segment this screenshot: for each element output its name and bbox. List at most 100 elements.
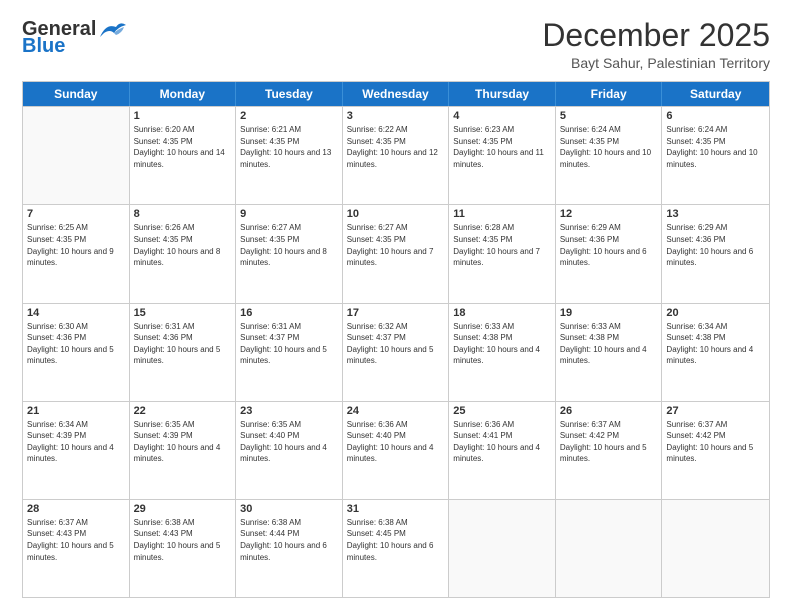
week-row-5: 28 Sunrise: 6:37 AMSunset: 4:43 PMDayligh…	[23, 499, 769, 597]
cal-cell: 15 Sunrise: 6:31 AMSunset: 4:36 PMDayligh…	[130, 304, 237, 401]
cal-cell	[662, 500, 769, 597]
day-header-sunday: Sunday	[23, 82, 130, 106]
sun-info: Sunrise: 6:27 AMSunset: 4:35 PMDaylight:…	[240, 222, 338, 268]
day-number: 12	[560, 208, 658, 220]
sun-info: Sunrise: 6:24 AMSunset: 4:35 PMDaylight:…	[560, 124, 658, 170]
cal-cell	[23, 107, 130, 204]
day-number: 2	[240, 110, 338, 122]
cal-cell: 10 Sunrise: 6:27 AMSunset: 4:35 PMDayligh…	[343, 205, 450, 302]
day-number: 20	[666, 307, 765, 319]
cal-cell: 16 Sunrise: 6:31 AMSunset: 4:37 PMDayligh…	[236, 304, 343, 401]
sun-info: Sunrise: 6:37 AMSunset: 4:42 PMDaylight:…	[666, 419, 765, 465]
sun-info: Sunrise: 6:29 AMSunset: 4:36 PMDaylight:…	[560, 222, 658, 268]
sun-info: Sunrise: 6:34 AMSunset: 4:39 PMDaylight:…	[27, 419, 125, 465]
day-number: 19	[560, 307, 658, 319]
sun-info: Sunrise: 6:38 AMSunset: 4:45 PMDaylight:…	[347, 517, 445, 563]
day-number: 15	[134, 307, 232, 319]
sun-info: Sunrise: 6:36 AMSunset: 4:41 PMDaylight:…	[453, 419, 551, 465]
day-number: 21	[27, 405, 125, 417]
day-number: 17	[347, 307, 445, 319]
cal-cell: 21 Sunrise: 6:34 AMSunset: 4:39 PMDayligh…	[23, 402, 130, 499]
day-number: 10	[347, 208, 445, 220]
logo-blue: Blue	[22, 35, 65, 58]
day-number: 28	[27, 503, 125, 515]
cal-cell: 25 Sunrise: 6:36 AMSunset: 4:41 PMDayligh…	[449, 402, 556, 499]
day-header-wednesday: Wednesday	[343, 82, 450, 106]
cal-cell: 30Sunrise: 6:38 AMSunset: 4:44 PMDayligh…	[236, 500, 343, 597]
cal-cell: 29 Sunrise: 6:38 AMSunset: 4:43 PMDayligh…	[130, 500, 237, 597]
day-number: 11	[453, 208, 551, 220]
sun-info: Sunrise: 6:27 AMSunset: 4:35 PMDaylight:…	[347, 222, 445, 268]
day-number: 5	[560, 110, 658, 122]
sun-info: Sunrise: 6:37 AMSunset: 4:42 PMDaylight:…	[560, 419, 658, 465]
day-number: 29	[134, 503, 232, 515]
day-header-saturday: Saturday	[662, 82, 769, 106]
sun-info: Sunrise: 6:37 AMSunset: 4:43 PMDaylight:…	[27, 517, 125, 563]
week-row-3: 14 Sunrise: 6:30 AMSunset: 4:36 PMDayligh…	[23, 303, 769, 401]
sun-info: Sunrise: 6:32 AMSunset: 4:37 PMDaylight:…	[347, 321, 445, 367]
header: General Blue December 2025 Bayt Sahur, P…	[22, 18, 770, 71]
day-number: 1	[134, 110, 232, 122]
sun-info: Sunrise: 6:35 AMSunset: 4:40 PMDaylight:…	[240, 419, 338, 465]
day-number: 24	[347, 405, 445, 417]
cal-cell: 11Sunrise: 6:28 AMSunset: 4:35 PMDayligh…	[449, 205, 556, 302]
cal-cell: 2Sunrise: 6:21 AMSunset: 4:35 PMDaylight…	[236, 107, 343, 204]
calendar-header: SundayMondayTuesdayWednesdayThursdayFrid…	[23, 82, 769, 106]
day-number: 14	[27, 307, 125, 319]
logo-bird-icon	[96, 19, 128, 41]
sun-info: Sunrise: 6:34 AMSunset: 4:38 PMDaylight:…	[666, 321, 765, 367]
main-title: December 2025	[542, 18, 770, 53]
cal-cell: 19 Sunrise: 6:33 AMSunset: 4:38 PMDayligh…	[556, 304, 663, 401]
cal-cell: 9Sunrise: 6:27 AMSunset: 4:35 PMDaylight…	[236, 205, 343, 302]
day-number: 27	[666, 405, 765, 417]
day-number: 30	[240, 503, 338, 515]
sun-info: Sunrise: 6:29 AMSunset: 4:36 PMDaylight:…	[666, 222, 765, 268]
cal-cell: 20 Sunrise: 6:34 AMSunset: 4:38 PMDayligh…	[662, 304, 769, 401]
sun-info: Sunrise: 6:25 AMSunset: 4:35 PMDaylight:…	[27, 222, 125, 268]
cal-cell: 12 Sunrise: 6:29 AMSunset: 4:36 PMDayligh…	[556, 205, 663, 302]
cal-cell: 31Sunrise: 6:38 AMSunset: 4:45 PMDayligh…	[343, 500, 450, 597]
cal-cell: 5 Sunrise: 6:24 AMSunset: 4:35 PMDaylight…	[556, 107, 663, 204]
cal-cell: 28 Sunrise: 6:37 AMSunset: 4:43 PMDayligh…	[23, 500, 130, 597]
sun-info: Sunrise: 6:38 AMSunset: 4:43 PMDaylight:…	[134, 517, 232, 563]
subtitle: Bayt Sahur, Palestinian Territory	[542, 55, 770, 71]
cal-cell: 1Sunrise: 6:20 AMSunset: 4:35 PMDaylight…	[130, 107, 237, 204]
sun-info: Sunrise: 6:35 AMSunset: 4:39 PMDaylight:…	[134, 419, 232, 465]
cal-cell: 8Sunrise: 6:26 AMSunset: 4:35 PMDaylight…	[130, 205, 237, 302]
sun-info: Sunrise: 6:33 AMSunset: 4:38 PMDaylight:…	[560, 321, 658, 367]
day-header-thursday: Thursday	[449, 82, 556, 106]
day-number: 23	[240, 405, 338, 417]
sun-info: Sunrise: 6:23 AMSunset: 4:35 PMDaylight:…	[453, 124, 551, 170]
sun-info: Sunrise: 6:31 AMSunset: 4:36 PMDaylight:…	[134, 321, 232, 367]
sun-info: Sunrise: 6:24 AMSunset: 4:35 PMDaylight:…	[666, 124, 765, 170]
week-row-1: 1Sunrise: 6:20 AMSunset: 4:35 PMDaylight…	[23, 106, 769, 204]
cal-cell: 26Sunrise: 6:37 AMSunset: 4:42 PMDayligh…	[556, 402, 663, 499]
day-number: 25	[453, 405, 551, 417]
page: General Blue December 2025 Bayt Sahur, P…	[0, 0, 792, 612]
day-number: 3	[347, 110, 445, 122]
cal-cell: 17 Sunrise: 6:32 AMSunset: 4:37 PMDayligh…	[343, 304, 450, 401]
cal-cell	[556, 500, 663, 597]
cal-cell: 7 Sunrise: 6:25 AMSunset: 4:35 PMDaylight…	[23, 205, 130, 302]
sun-info: Sunrise: 6:36 AMSunset: 4:40 PMDaylight:…	[347, 419, 445, 465]
cal-cell: 23 Sunrise: 6:35 AMSunset: 4:40 PMDayligh…	[236, 402, 343, 499]
cal-cell: 22 Sunrise: 6:35 AMSunset: 4:39 PMDayligh…	[130, 402, 237, 499]
sun-info: Sunrise: 6:31 AMSunset: 4:37 PMDaylight:…	[240, 321, 338, 367]
cal-cell: 4Sunrise: 6:23 AMSunset: 4:35 PMDaylight…	[449, 107, 556, 204]
day-header-friday: Friday	[556, 82, 663, 106]
day-number: 8	[134, 208, 232, 220]
calendar: SundayMondayTuesdayWednesdayThursdayFrid…	[22, 81, 770, 598]
sun-info: Sunrise: 6:30 AMSunset: 4:36 PMDaylight:…	[27, 321, 125, 367]
logo: General Blue	[22, 18, 128, 58]
sun-info: Sunrise: 6:33 AMSunset: 4:38 PMDaylight:…	[453, 321, 551, 367]
day-number: 18	[453, 307, 551, 319]
day-number: 6	[666, 110, 765, 122]
day-number: 16	[240, 307, 338, 319]
cal-cell: 24 Sunrise: 6:36 AMSunset: 4:40 PMDayligh…	[343, 402, 450, 499]
day-number: 13	[666, 208, 765, 220]
title-block: December 2025 Bayt Sahur, Palestinian Te…	[542, 18, 770, 71]
cal-cell: 27 Sunrise: 6:37 AMSunset: 4:42 PMDayligh…	[662, 402, 769, 499]
day-number: 22	[134, 405, 232, 417]
day-number: 7	[27, 208, 125, 220]
cal-cell: 14 Sunrise: 6:30 AMSunset: 4:36 PMDayligh…	[23, 304, 130, 401]
